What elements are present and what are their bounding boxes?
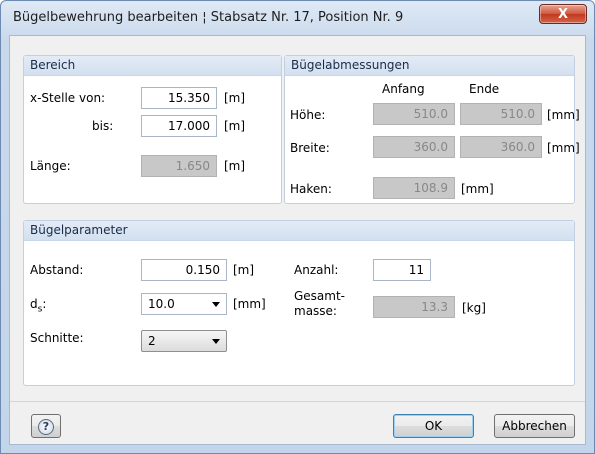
group-bereich-header: Bereich (24, 56, 281, 76)
help-button[interactable]: ? (31, 414, 61, 438)
col-anfang-label: Anfang (382, 82, 425, 96)
group-buegelabmessungen: Bügelabmessungen Anfang Ende Höhe: 510.0… (284, 55, 580, 204)
ds-label: ds: (30, 297, 46, 314)
chevron-down-icon (212, 302, 220, 307)
breite-anfang-field: 360.0 (373, 136, 455, 158)
group-bereich: Bereich x-Stelle von: 15.350 [m] bis: 17… (23, 55, 282, 204)
ds-select-value: 10.0 (148, 297, 175, 311)
gesamtmasse-field: 13.3 (373, 296, 455, 318)
dialog-client-area: Bereich x-Stelle von: 15.350 [m] bis: 17… (9, 35, 586, 445)
hoehe-label: Höhe: (290, 108, 326, 122)
ds-label-d: d (30, 297, 38, 311)
hoehe-anfang-field: 510.0 (373, 103, 455, 125)
hoehe-ende-field: 510.0 (460, 103, 542, 125)
bis-unit: [m] (224, 119, 246, 133)
x-von-input[interactable]: 15.350 (141, 87, 217, 109)
help-icon: ? (38, 419, 54, 435)
bis-label: bis: (92, 119, 114, 133)
title-bar[interactable]: Bügelbewehrung bearbeiten ¦ Stabsatz Nr.… (1, 1, 594, 35)
laenge-label: Länge: (30, 159, 71, 173)
bis-input[interactable]: 17.000 (141, 115, 217, 137)
close-button[interactable]: X (539, 4, 587, 24)
cancel-button[interactable]: Abbrechen (494, 414, 575, 438)
x-von-unit: [m] (224, 91, 246, 105)
schnitte-select[interactable]: 2 (141, 330, 227, 352)
group-parameter-header: Bügelparameter (24, 221, 574, 241)
breite-label: Breite: (290, 141, 330, 155)
group-buegelparameter: Bügelparameter Abstand: 0.150 [m] ds: 10… (23, 220, 575, 386)
dialog-window: Bügelbewehrung bearbeiten ¦ Stabsatz Nr.… (0, 0, 595, 454)
footer-divider (10, 401, 585, 402)
abstand-label: Abstand: (30, 263, 84, 277)
laenge-readonly-field: 1.650 (141, 155, 217, 177)
abstand-input[interactable]: 0.150 (141, 259, 227, 281)
chevron-down-icon (212, 339, 220, 344)
haken-unit: [mm] (461, 182, 494, 196)
haken-label: Haken: (290, 182, 332, 196)
schnitte-label: Schnitte: (30, 331, 84, 345)
ds-select[interactable]: 10.0 (141, 293, 227, 315)
ds-unit: [mm] (233, 297, 266, 311)
schnitte-select-value: 2 (148, 334, 156, 348)
gesamtmasse-label-line2: masse: (294, 304, 337, 318)
anzahl-input[interactable]: 11 (373, 259, 431, 281)
col-ende-label: Ende (469, 82, 500, 96)
anzahl-label: Anzahl: (294, 263, 339, 277)
gesamtmasse-label-line1: Gesamt- (294, 289, 346, 303)
ds-label-colon: : (42, 297, 47, 311)
hoehe-unit: [mm] (547, 108, 580, 122)
laenge-unit: [m] (224, 159, 246, 173)
ok-button[interactable]: OK (393, 414, 474, 438)
gesamtmasse-unit: [kg] (462, 301, 486, 315)
x-von-label: x-Stelle von: (30, 91, 106, 105)
haken-field: 108.9 (373, 177, 455, 199)
breite-ende-field: 360.0 (460, 136, 542, 158)
abstand-unit: [m] (233, 263, 255, 277)
close-icon: X (557, 6, 569, 22)
window-title: Bügelbewehrung bearbeiten ¦ Stabsatz Nr.… (13, 10, 404, 25)
group-abmessungen-header: Bügelabmessungen (285, 56, 574, 76)
breite-unit: [mm] (547, 141, 580, 155)
